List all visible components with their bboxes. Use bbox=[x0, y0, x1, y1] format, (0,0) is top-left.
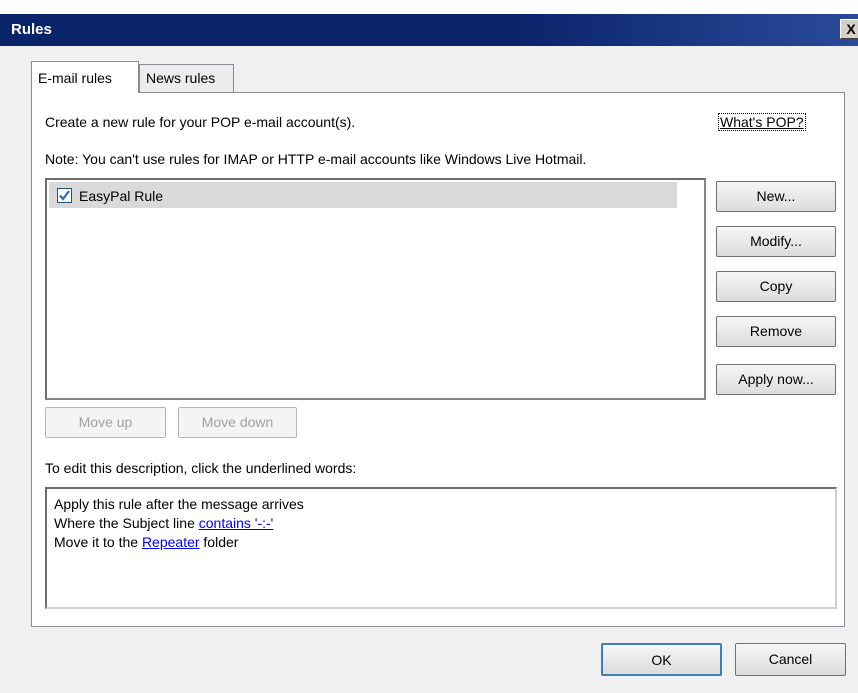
title-bar[interactable] bbox=[0, 14, 858, 46]
rule-description-box: Apply this rule after the message arrive… bbox=[45, 487, 837, 609]
description-line-3: Move it to the Repeater folder bbox=[54, 533, 828, 552]
rule-checkbox[interactable] bbox=[57, 188, 72, 203]
move-up-button[interactable]: Move up bbox=[45, 407, 166, 438]
description-label: To edit this description, click the unde… bbox=[45, 460, 357, 476]
modify-button[interactable]: Modify... bbox=[716, 226, 836, 257]
list-item[interactable]: EasyPal Rule bbox=[49, 182, 677, 208]
cancel-button[interactable]: Cancel bbox=[735, 643, 846, 676]
tab-news-rules[interactable]: News rules bbox=[139, 64, 234, 92]
intro-text: Create a new rule for your POP e-mail ac… bbox=[45, 114, 356, 130]
rules-list[interactable]: EasyPal Rule bbox=[45, 178, 706, 400]
checkmark-icon bbox=[59, 190, 70, 201]
close-icon: X bbox=[846, 21, 856, 37]
repeater-folder-link[interactable]: Repeater bbox=[142, 534, 200, 550]
move-down-button[interactable]: Move down bbox=[178, 407, 297, 438]
description-line-3-text: Move it to the bbox=[54, 534, 142, 550]
new-button[interactable]: New... bbox=[716, 181, 836, 212]
rule-name: EasyPal Rule bbox=[79, 188, 164, 204]
tab-news-rules-label: News rules bbox=[146, 70, 216, 86]
tab-email-rules-label: E-mail rules bbox=[38, 70, 112, 86]
copy-button[interactable]: Copy bbox=[716, 271, 836, 302]
description-line-3-suffix: folder bbox=[199, 534, 239, 550]
description-line-2-text: Where the Subject line bbox=[54, 515, 199, 531]
apply-now-button[interactable]: Apply now... bbox=[716, 364, 836, 395]
tab-email-rules[interactable]: E-mail rules bbox=[31, 61, 139, 93]
rules-dialog: Rules X E-mail rules News rules Create a… bbox=[0, 0, 858, 693]
window-title: Rules bbox=[11, 21, 52, 38]
remove-button[interactable]: Remove bbox=[716, 316, 836, 347]
contains-link[interactable]: contains '-:-' bbox=[199, 515, 274, 531]
ok-button[interactable]: OK bbox=[601, 643, 722, 676]
description-line-1: Apply this rule after the message arrive… bbox=[54, 496, 304, 512]
note-text: Note: You can't use rules for IMAP or HT… bbox=[45, 151, 587, 167]
window-top-edge bbox=[0, 0, 858, 14]
description-line-2: Where the Subject line contains '-:-' bbox=[54, 514, 828, 533]
whats-pop-link[interactable]: What's POP? bbox=[718, 113, 806, 131]
close-button[interactable]: X bbox=[840, 19, 858, 39]
